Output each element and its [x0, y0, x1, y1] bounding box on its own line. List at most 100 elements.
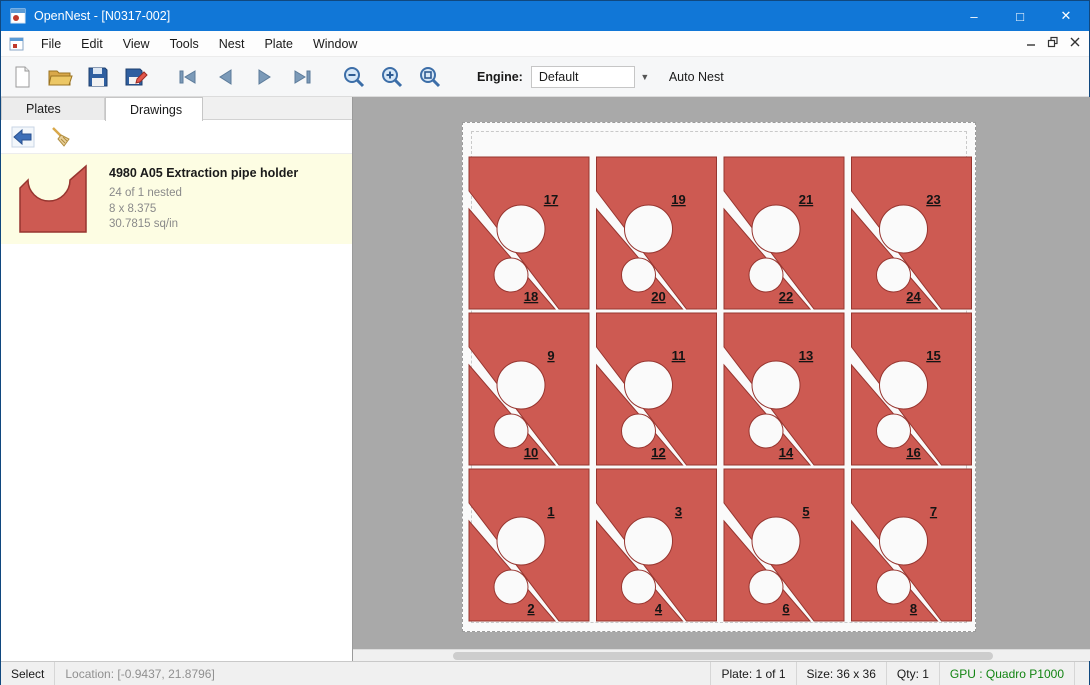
save-as-icon: [124, 65, 148, 89]
zoom-in-button[interactable]: [375, 61, 409, 93]
plate-sheet[interactable]: 171819202122232491011121314151612345678: [462, 122, 976, 632]
nesting-canvas[interactable]: 171819202122232491011121314151612345678: [353, 97, 1090, 661]
horizontal-scrollbar[interactable]: [353, 649, 1090, 661]
pipe-notch: [494, 414, 528, 448]
pipe-notch: [749, 258, 783, 292]
part-thumbnail: [17, 163, 89, 235]
menu-tools[interactable]: Tools: [160, 31, 209, 57]
nest-pair[interactable]: 1516: [852, 313, 972, 465]
application-window: OpenNest - [N0317-002] – □ ✕ File Edit V…: [0, 0, 1090, 685]
open-button[interactable]: [43, 61, 77, 93]
status-mode: Select: [1, 662, 54, 685]
menu-edit[interactable]: Edit: [71, 31, 113, 57]
previous-plate-icon: [214, 65, 238, 89]
tab-drawings[interactable]: Drawings: [105, 97, 203, 121]
part-number: 4: [655, 601, 663, 616]
pipe-notch: [877, 414, 911, 448]
engine-label: Engine:: [477, 70, 523, 84]
pipe-notch: [749, 570, 783, 604]
part-number: 23: [926, 192, 940, 207]
mdi-minimize-button[interactable]: [1021, 32, 1041, 52]
clean-broom-button[interactable]: [47, 124, 75, 150]
nest-pair[interactable]: 56: [724, 469, 844, 621]
last-plate-button[interactable]: [285, 61, 319, 93]
nest-pair[interactable]: 1112: [597, 313, 717, 465]
plate-svg: 171819202122232491011121314151612345678: [463, 123, 977, 633]
part-number: 3: [675, 504, 682, 519]
part-number: 22: [779, 289, 793, 304]
engine-dropdown-arrow-icon[interactable]: ▼: [637, 66, 653, 88]
part-number: 24: [906, 289, 921, 304]
nest-pair[interactable]: 34: [597, 469, 717, 621]
pipe-notch: [622, 414, 656, 448]
minimize-button[interactable]: –: [951, 1, 997, 31]
mdi-child-icon: [9, 36, 25, 52]
import-drawing-icon: [11, 126, 35, 148]
engine-select[interactable]: Default: [531, 66, 635, 88]
part-number: 12: [651, 445, 665, 460]
pipe-notch: [752, 361, 800, 409]
part-number: 20: [651, 289, 665, 304]
close-button[interactable]: ✕: [1043, 1, 1089, 31]
menu-plate[interactable]: Plate: [254, 31, 303, 57]
part-number: 15: [926, 348, 940, 363]
new-file-button[interactable]: [5, 61, 39, 93]
status-plate-size: Size: 36 x 36: [797, 662, 886, 685]
nest-pair[interactable]: 2122: [724, 157, 844, 309]
mdi-close-button[interactable]: [1065, 32, 1085, 52]
status-location: Location: [-0.9437, 21.8796]: [55, 662, 224, 685]
part-number: 10: [524, 445, 538, 460]
zoom-out-button[interactable]: [337, 61, 371, 93]
nest-pair[interactable]: 23 24: [852, 157, 972, 309]
nest-pair[interactable]: 9 10: [469, 313, 589, 465]
nest-pair[interactable]: 12: [469, 469, 589, 621]
import-drawing-button[interactable]: [9, 124, 37, 150]
pipe-notch: [497, 361, 545, 409]
menu-window[interactable]: Window: [303, 31, 367, 57]
pipe-notch: [497, 517, 545, 565]
resize-grip[interactable]: [1075, 662, 1089, 685]
nest-pair[interactable]: 1920: [597, 157, 717, 309]
pipe-notch: [880, 517, 928, 565]
next-plate-button[interactable]: [247, 61, 281, 93]
maximize-button[interactable]: □: [997, 1, 1043, 31]
part-number: 14: [779, 445, 794, 460]
zoom-out-icon: [342, 65, 366, 89]
drawing-size: 8 x 8.375: [109, 202, 298, 218]
part-number: 9: [547, 348, 554, 363]
save-icon: [86, 65, 110, 89]
status-plate-count: Plate: 1 of 1: [711, 662, 795, 685]
nest-pair[interactable]: 1314: [724, 313, 844, 465]
nest-pair[interactable]: 78: [852, 469, 972, 621]
mdi-restore-button[interactable]: [1043, 32, 1063, 52]
scrollbar-thumb[interactable]: [453, 652, 993, 660]
clean-broom-icon: [49, 126, 73, 148]
status-bar: Select Location: [-0.9437, 21.8796] Plat…: [1, 661, 1089, 685]
zoom-fit-icon: [418, 65, 442, 89]
pipe-notch: [749, 414, 783, 448]
previous-plate-button[interactable]: [209, 61, 243, 93]
menu-view[interactable]: View: [113, 31, 160, 57]
menu-file[interactable]: File: [31, 31, 71, 57]
menu-nest[interactable]: Nest: [209, 31, 255, 57]
pipe-notch: [752, 205, 800, 253]
part-number: 16: [906, 445, 920, 460]
auto-nest-label[interactable]: Auto Nest: [669, 70, 724, 84]
save-as-button[interactable]: [119, 61, 153, 93]
pipe-notch: [880, 361, 928, 409]
pipe-notch: [625, 205, 673, 253]
first-plate-button[interactable]: [171, 61, 205, 93]
nest-pair[interactable]: 1718: [469, 157, 589, 309]
save-button[interactable]: [81, 61, 115, 93]
part-number: 7: [930, 504, 937, 519]
part-number: 19: [671, 192, 685, 207]
status-qty: Qty: 1: [887, 662, 939, 685]
drawing-list-item[interactable]: 4980 A05 Extraction pipe holder 24 of 1 …: [1, 154, 352, 244]
pipe-notch: [880, 205, 928, 253]
zoom-fit-button[interactable]: [413, 61, 447, 93]
side-panel: Plates Drawings 4: [1, 97, 353, 661]
drawing-area: 30.7815 sq/in: [109, 217, 298, 233]
main-toolbar: Engine: Default ▼ Auto Nest: [1, 57, 1089, 97]
tab-plates[interactable]: Plates: [1, 97, 105, 120]
next-plate-icon: [252, 65, 276, 89]
